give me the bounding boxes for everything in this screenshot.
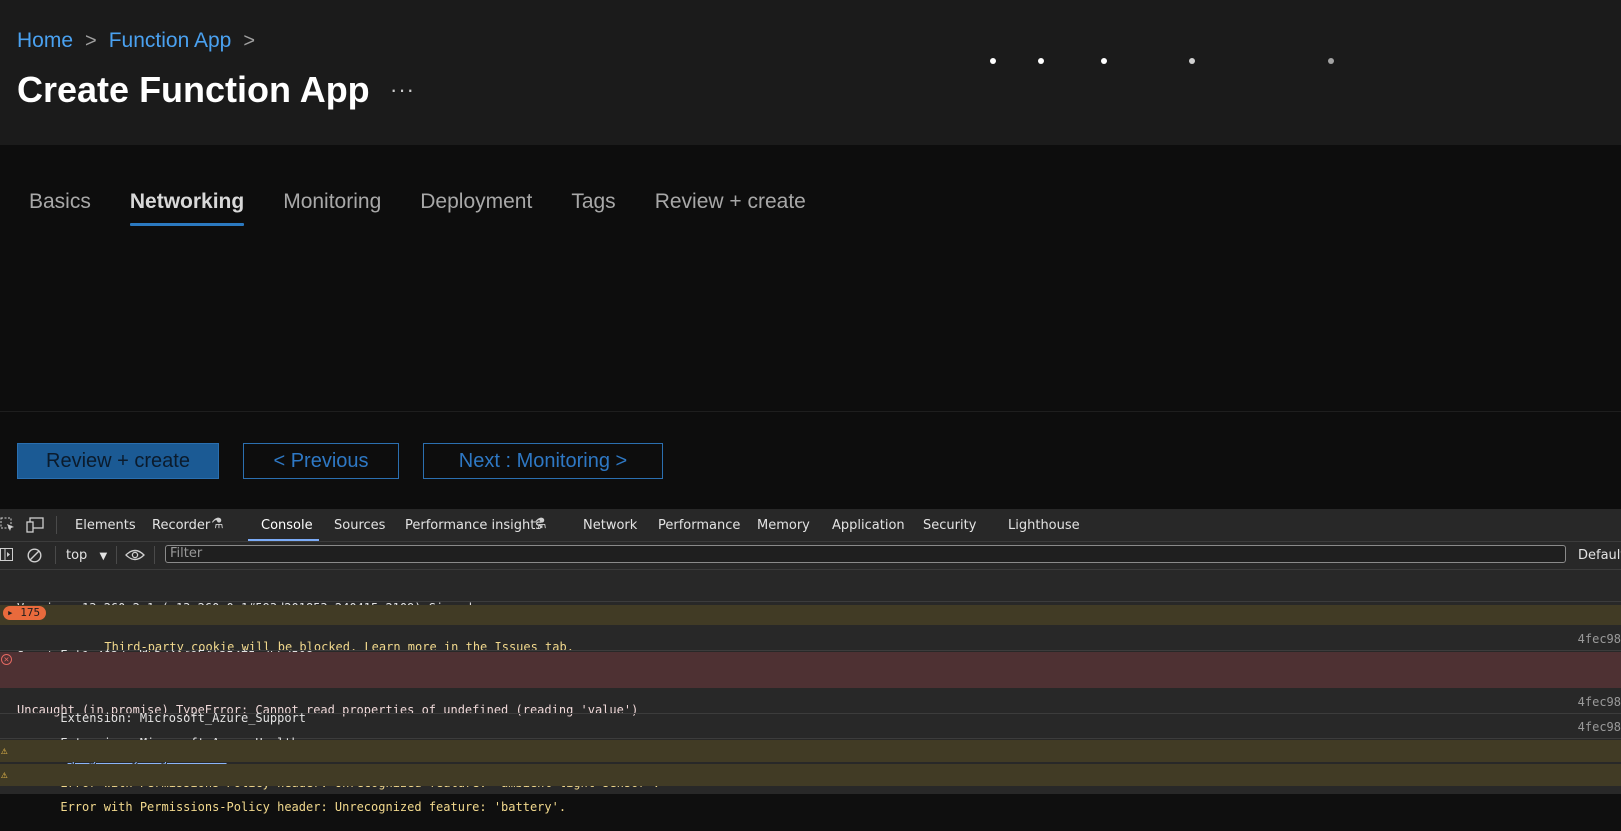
review-create-button[interactable]: Review + create [17, 443, 219, 479]
issue-count-badge[interactable]: ▸ 175 [3, 606, 47, 620]
page-header: Home > Function App > Create Function Ap… [0, 7, 1621, 145]
error-icon: ✕ [1, 654, 12, 665]
devtools-tab-performance-insights[interactable]: Performance insights [405, 518, 542, 533]
sidebar-toggle-icon[interactable] [0, 548, 14, 562]
device-toolbar-icon[interactable] [26, 517, 44, 533]
tab-monitoring[interactable]: Monitoring [283, 190, 381, 224]
console-filter-input[interactable]: Filter [165, 545, 1566, 563]
tab-tags[interactable]: Tags [571, 190, 615, 224]
chevron-right-icon: > [85, 29, 97, 52]
breadcrumb-function-app-link[interactable]: Function App [109, 29, 232, 53]
devtools-tab-bar: Elements Recorder ⚗ Console Sources Perf… [0, 509, 1621, 542]
console-message-version: Version: 13.260.2.1 (v13.260.0.1#593d201… [0, 568, 1621, 663]
console-toolbar: top ▼ Filter Default [0, 542, 1621, 570]
inspect-element-icon[interactable] [0, 517, 16, 533]
devtools-tab-lighthouse[interactable]: Lighthouse [1008, 518, 1080, 533]
tab-basics[interactable]: Basics [29, 190, 91, 224]
breadcrumb: Home > Function App > [17, 29, 267, 53]
console-message-error: ✕ Uncaught (in promise) TypeError: Canno… [0, 652, 1621, 765]
more-options-button[interactable]: ··· [390, 77, 415, 103]
source-link[interactable]: 4fec98 [1578, 719, 1621, 735]
console-message-extension: Extension: Microsoft_Azure_Support 4fec9… [0, 690, 1621, 725]
loading-dot [1189, 58, 1195, 64]
warning-icon: ⚠ [1, 744, 8, 757]
console-messages: Version: 13.260.2.1 (v13.260.0.1#593d201… [0, 568, 1621, 814]
console-message-warning: ⚠ Error with Permissions-Policy header: … [0, 740, 1621, 790]
devtools-tab-application[interactable]: Application [832, 518, 905, 533]
tab-review-create[interactable]: Review + create [655, 190, 806, 224]
context-selector[interactable]: top ▼ [66, 548, 107, 563]
clear-console-icon[interactable] [27, 548, 42, 563]
divider [154, 546, 155, 564]
divider [116, 546, 117, 564]
devtools-tab-elements[interactable]: Elements [75, 518, 136, 533]
log-levels-dropdown[interactable]: Default [1578, 548, 1621, 563]
wizard-body: Basics Networking Monitoring Deployment … [0, 145, 1621, 411]
next-monitoring-button[interactable]: Next : Monitoring > [423, 443, 663, 479]
devtools-tab-sources[interactable]: Sources [334, 518, 385, 533]
loading-dot [1038, 58, 1044, 64]
devtools-tab-network[interactable]: Network [583, 518, 637, 533]
context-label: top [66, 548, 88, 563]
console-message-warning: ⚠ Error with Permissions-Policy header: … [0, 764, 1621, 814]
warning-text: Error with Permissions-Policy header: Un… [60, 800, 567, 814]
wizard-footer: Review + create < Previous Next : Monito… [0, 411, 1621, 510]
devtools-tab-recorder[interactable]: Recorder [152, 518, 210, 533]
console-message-cookie: ▸ 175 Third-party cookie will be blocked… [0, 605, 1621, 654]
devtools-panel: Elements Recorder ⚗ Console Sources Perf… [0, 509, 1621, 814]
console-message-extension: Extension: Microsoft_Azure_Health 4fec98 [0, 715, 1621, 750]
issue-count: 175 [20, 606, 41, 619]
previous-button[interactable]: < Previous [243, 443, 399, 479]
divider [56, 516, 57, 534]
devtools-tab-console[interactable]: Console [261, 518, 313, 533]
loading-dot [1101, 58, 1107, 64]
chevron-right-icon: > [243, 29, 255, 52]
divider [55, 546, 56, 564]
source-link[interactable]: 4fec98 [1578, 631, 1621, 647]
console-message-extension: Extension: WebsitesExtension 4fec98 [0, 627, 1621, 662]
source-link[interactable]: 4fec98 [1578, 694, 1621, 710]
caret-down-icon: ▼ [99, 551, 108, 562]
active-tab-indicator [248, 539, 319, 541]
warning-icon: ⚠ [1, 768, 8, 781]
wizard-tabs: Basics Networking Monitoring Deployment … [29, 190, 845, 226]
breadcrumb-home-link[interactable]: Home [17, 29, 73, 53]
top-strip [0, 0, 1621, 7]
flask-icon: ⚗ [534, 516, 547, 532]
devtools-tab-performance[interactable]: Performance [658, 518, 740, 533]
tab-networking[interactable]: Networking [129, 190, 245, 226]
page-title: Create Function App [17, 69, 370, 110]
flask-icon: ⚗ [211, 516, 224, 532]
devtools-tab-security[interactable]: Security [923, 518, 976, 533]
loading-dot [1328, 58, 1334, 64]
tab-deployment[interactable]: Deployment [420, 190, 532, 224]
loading-dot [990, 58, 996, 64]
devtools-tab-memory[interactable]: Memory [757, 518, 810, 533]
eye-icon[interactable] [125, 549, 145, 561]
